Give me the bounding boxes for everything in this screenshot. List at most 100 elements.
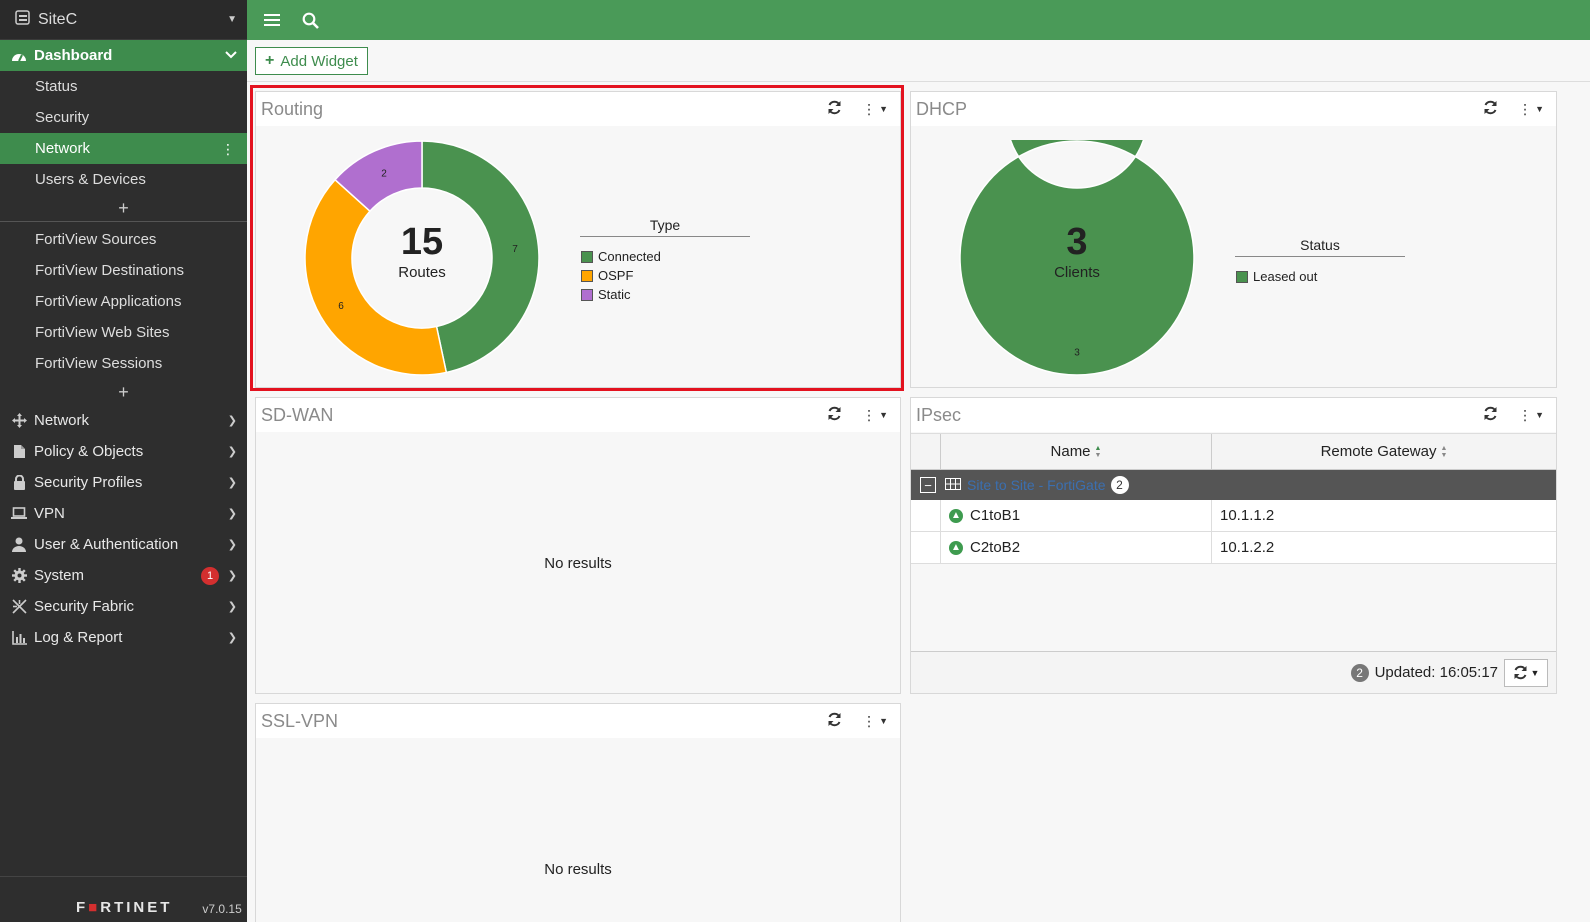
more-vertical-icon: ⋮ [1518, 406, 1533, 423]
collapse-icon[interactable]: − [920, 477, 936, 493]
sidebar-item-security-profiles[interactable]: Security Profiles ❯ [0, 467, 247, 498]
divider [0, 221, 247, 222]
widget-menu-button[interactable]: ⋮ ▼ [862, 713, 888, 730]
more-vertical-icon: ⋮ [862, 712, 877, 729]
widget-actions: ⋮ ▼ [827, 398, 888, 432]
widget-actions: ⋮ ▼ [1483, 92, 1544, 126]
add-dashboard-button[interactable]: + [0, 195, 247, 221]
table-row[interactable]: ▲ C2toB2 10.1.2.2 [911, 532, 1556, 564]
chevron-down-icon: ▼ [227, 14, 237, 25]
sidebar-item-fortiview-applications[interactable]: FortiView Applications [0, 286, 247, 317]
chevron-right-icon: ❯ [227, 632, 237, 644]
sidebar-item-user-authentication[interactable]: User & Authentication ❯ [0, 529, 247, 560]
dhcp-widget: DHCP ⋮ ▼ 3 3 Clients Status Leased out [910, 91, 1557, 388]
sort-icon: ▲ ▼ [1440, 444, 1448, 459]
dashboard-gauge-icon [10, 49, 28, 63]
widget-menu-button[interactable]: ⋮ ▼ [862, 407, 888, 424]
refresh-icon[interactable] [827, 712, 842, 731]
legend-swatch [1236, 270, 1248, 283]
refresh-icon[interactable] [827, 406, 842, 425]
sidebar-item-label: Log & Report [34, 629, 123, 646]
widget-title: SSL-VPN [261, 710, 339, 731]
sidebar-item-fortiview-web-sites[interactable]: FortiView Web Sites [0, 317, 247, 348]
column-header-name[interactable]: Name ▲ ▼ [941, 434, 1212, 469]
widget-title: IPsec [916, 404, 962, 425]
widget-header: DHCP ⋮ ▼ [911, 92, 1556, 126]
chart-icon [10, 630, 28, 645]
add-widget-button[interactable]: + Add Widget [255, 47, 368, 75]
sidebar-item-system[interactable]: System 1 ❯ [0, 560, 247, 591]
sidebar-item-label: Network [34, 412, 90, 429]
plus-icon: + [265, 52, 275, 69]
sidebar-item-dashboard[interactable]: Dashboard [0, 40, 247, 71]
widget-title: SD-WAN [261, 404, 334, 425]
tunnel-name-cell: ▲ C2toB2 [941, 532, 1212, 563]
widget-menu-button[interactable]: ⋮ ▼ [1518, 407, 1544, 424]
sslvpn-widget: SSL-VPN ⋮ ▼ No results [255, 703, 901, 922]
sidebar-item-security-fabric[interactable]: Security Fabric ❯ [0, 591, 247, 622]
sidebar-item-fortiview-destinations[interactable]: FortiView Destinations [0, 255, 247, 286]
widget-header: SD-WAN ⋮ ▼ [256, 398, 900, 432]
select-column [911, 434, 941, 469]
search-icon[interactable] [297, 7, 323, 33]
group-name[interactable]: Site to Site - FortiGate [967, 477, 1106, 493]
column-label: Name [1050, 443, 1091, 460]
plus-icon: + [118, 197, 129, 218]
refresh-icon[interactable] [1483, 406, 1498, 425]
laptop-icon [10, 507, 28, 520]
select-cell [911, 500, 941, 531]
more-vertical-icon: ⋮ [862, 406, 877, 423]
hamburger-menu-icon[interactable] [259, 7, 285, 33]
sidebar-item-network-dashboard[interactable]: Network ⋮ [0, 133, 247, 164]
add-fortiview-button[interactable]: + [0, 379, 247, 405]
sidebar-item-policy-objects[interactable]: Policy & Objects ❯ [0, 436, 247, 467]
sidebar-item-label: Policy & Objects [34, 443, 144, 460]
sidebar-item-label: FortiView Web Sites [35, 324, 170, 341]
dashboard-content: + Add Widget Routing ⋮ ▼ 762 15 Routes Ty… [247, 40, 1590, 922]
sidebar-item-label: FortiView Applications [35, 293, 182, 310]
chevron-right-icon: ❯ [227, 477, 237, 489]
table-row[interactable]: ▲ C1toB1 10.1.1.2 [911, 500, 1556, 532]
sidebar-item-security[interactable]: Security [0, 102, 247, 133]
sidebar-item-fortiview-sessions[interactable]: FortiView Sessions [0, 348, 247, 379]
chevron-right-icon: ❯ [227, 415, 237, 427]
legend-title: Status [1235, 237, 1405, 257]
sidebar-item-log-report[interactable]: Log & Report ❯ [0, 622, 247, 653]
row-count-badge: 2 [1350, 663, 1369, 682]
more-vertical-icon[interactable]: ⋮ [221, 142, 235, 156]
sidebar-item-status[interactable]: Status [0, 71, 247, 102]
sidebar-item-fortiview-sources[interactable]: FortiView Sources [0, 224, 247, 255]
column-header-remote-gateway[interactable]: Remote Gateway ▲ ▼ [1212, 434, 1556, 469]
plus-icon: + [118, 381, 129, 402]
refresh-dropdown-button[interactable]: ▼ [1504, 658, 1548, 687]
widget-header: IPsec ⋮ ▼ [911, 398, 1556, 432]
sidebar-item-users-devices[interactable]: Users & Devices [0, 164, 247, 195]
caret-down-icon: ▼ [1535, 410, 1544, 420]
caret-down-icon: ▼ [879, 716, 888, 726]
fabric-icon [10, 599, 28, 614]
top-bar [247, 0, 1590, 40]
policy-icon [10, 444, 28, 459]
widget-actions: ⋮ ▼ [827, 704, 888, 738]
sidebar-item-network[interactable]: Network ❯ [0, 405, 247, 436]
table-footer: 2 Updated: 16:05:17 ▼ [911, 651, 1556, 693]
sidebar-item-label: Security Fabric [34, 598, 135, 615]
widget-header: SSL-VPN ⋮ ▼ [256, 704, 900, 738]
legend-item-leased-out[interactable]: Leased out [1236, 269, 1317, 284]
widget-title: DHCP [916, 98, 968, 119]
site-selector[interactable]: SiteC ▼ [0, 0, 247, 40]
site-name: SiteC [38, 10, 78, 28]
sidebar-item-label: Network [35, 140, 91, 157]
refresh-icon [1514, 665, 1527, 680]
widget-menu-button[interactable]: ⋮ ▼ [1518, 101, 1544, 118]
sidebar-footer: F■RTINET v7.0.15 [0, 876, 247, 922]
table-group-row[interactable]: − Site to Site - FortiGate 2 [911, 470, 1556, 500]
refresh-icon[interactable] [1483, 100, 1498, 119]
fortinet-logo: F■RTINET [76, 899, 173, 916]
user-icon [10, 537, 28, 552]
sidebar-item-vpn[interactable]: VPN ❯ [0, 498, 247, 529]
grid-icon [945, 477, 961, 494]
remote-gateway-cell: 10.1.1.2 [1220, 507, 1275, 524]
sort-icon: ▲ ▼ [1094, 444, 1102, 459]
sidebar-item-label: User & Authentication [34, 536, 179, 553]
